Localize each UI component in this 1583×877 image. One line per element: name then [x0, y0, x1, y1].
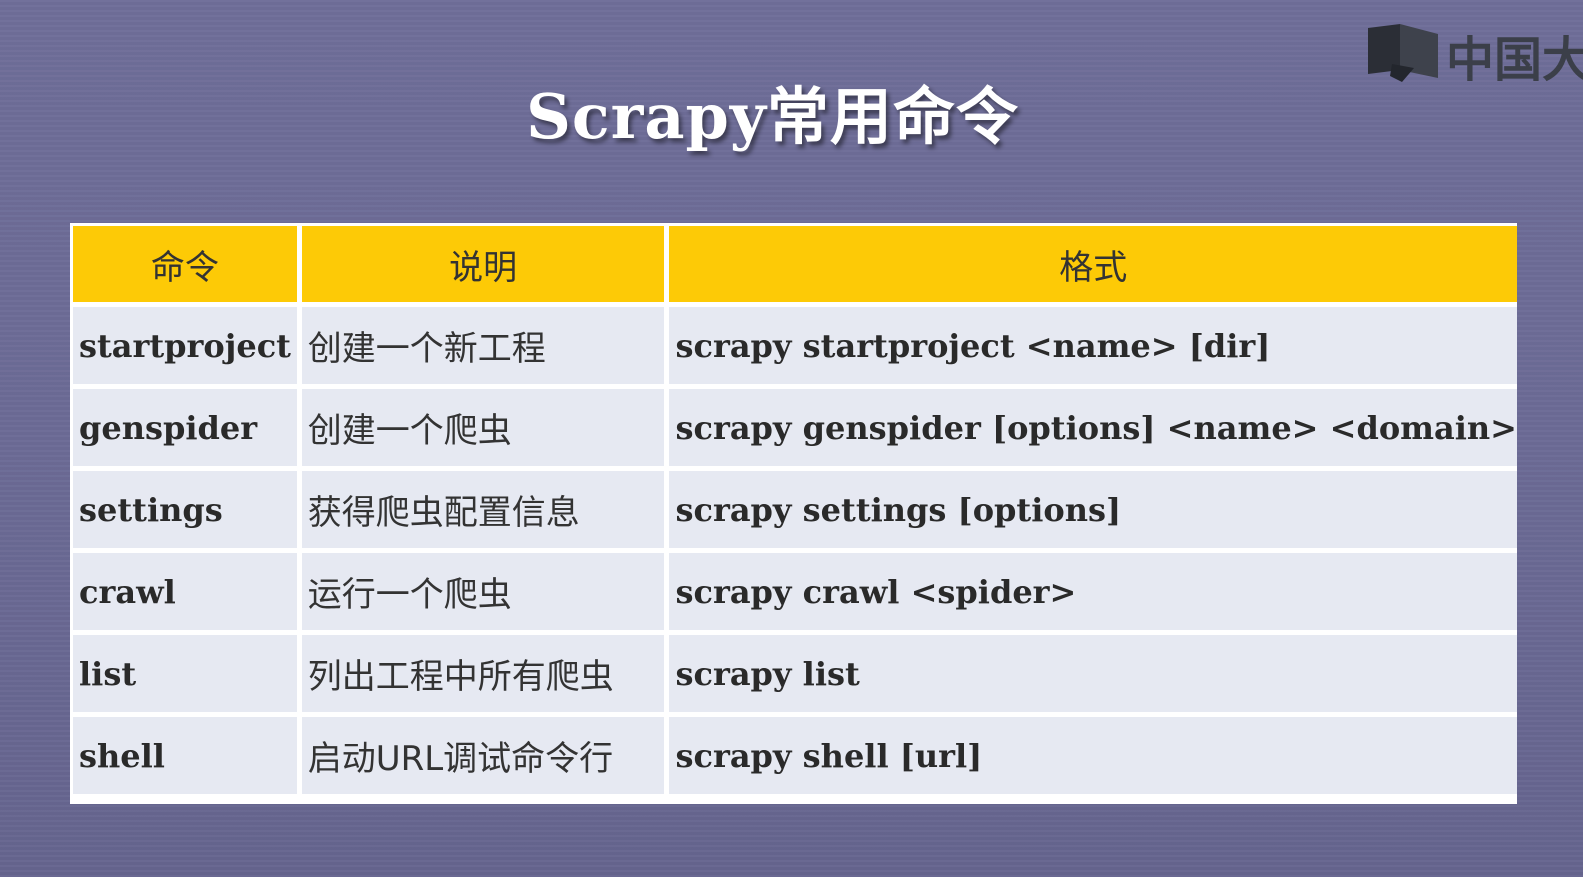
logo-text: 中国大 [1446, 32, 1583, 88]
table-row: startproject 创建一个新工程 scrapy startproject… [73, 307, 1517, 384]
format-cell: scrapy list [669, 635, 1517, 712]
format-cell: scrapy genspider [options] <name> <domai… [669, 389, 1517, 466]
format-cell: scrapy settings [options] [669, 471, 1517, 548]
command-cell: list [73, 635, 297, 712]
table-header-row: 命令 说明 格式 [73, 226, 1517, 302]
book-icon [1368, 24, 1438, 82]
commands-table: 命令 说明 格式 startproject 创建一个新工程 scrapy sta… [70, 223, 1517, 804]
header-command: 命令 [73, 226, 297, 302]
slide-title: Scrapy常用命令 [526, 80, 1019, 153]
header-description: 说明 [301, 226, 665, 302]
command-cell: crawl [73, 553, 297, 630]
description-cell: 启动URL调试命令行 [301, 717, 665, 794]
format-cell: scrapy shell [url] [669, 717, 1517, 794]
command-cell: settings [73, 471, 297, 548]
table-row: genspider 创建一个爬虫 scrapy genspider [optio… [73, 389, 1517, 466]
description-cell: 创建一个新工程 [301, 307, 665, 384]
table-row: shell 启动URL调试命令行 scrapy shell [url] [73, 717, 1517, 794]
description-cell: 创建一个爬虫 [301, 389, 665, 466]
format-cell: scrapy startproject <name> [dir] [669, 307, 1517, 384]
table-row: settings 获得爬虫配置信息 scrapy settings [optio… [73, 471, 1517, 548]
format-cell: scrapy crawl <spider> [669, 553, 1517, 630]
table-row: list 列出工程中所有爬虫 scrapy list [73, 635, 1517, 712]
table-row: crawl 运行一个爬虫 scrapy crawl <spider> [73, 553, 1517, 630]
command-cell: genspider [73, 389, 297, 466]
description-cell: 运行一个爬虫 [301, 553, 665, 630]
command-cell: shell [73, 717, 297, 794]
logo: 中国大 [1368, 18, 1583, 88]
description-cell: 获得爬虫配置信息 [301, 471, 665, 548]
header-format: 格式 [669, 226, 1517, 302]
description-cell: 列出工程中所有爬虫 [301, 635, 665, 712]
command-cell: startproject [73, 307, 297, 384]
